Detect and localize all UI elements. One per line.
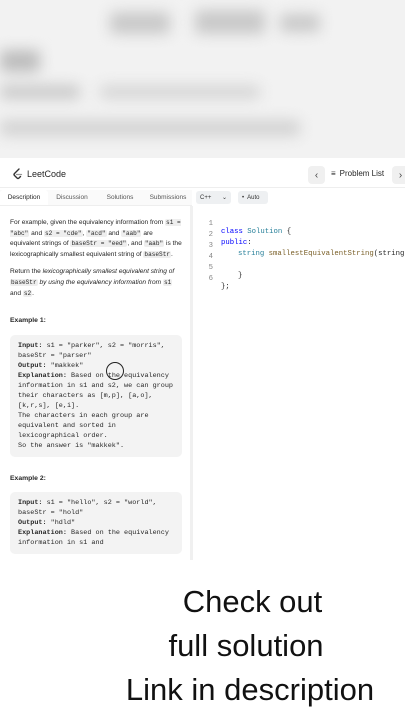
example-2-title: Example 2: bbox=[10, 474, 46, 482]
tab-submissions[interactable]: Submissions bbox=[144, 190, 192, 205]
code-line: 2 public: bbox=[208, 231, 252, 247]
chevron-right-icon: › bbox=[398, 169, 403, 181]
promo-line-1: Check out bbox=[182, 584, 323, 619]
clipped-previous-line bbox=[10, 206, 182, 218]
code-line: 5 } bbox=[208, 264, 243, 280]
problem-list-button[interactable]: ≡ Problem List bbox=[331, 169, 384, 178]
list-icon: ≡ bbox=[331, 169, 336, 178]
tab-description[interactable]: Description bbox=[0, 190, 48, 205]
tab-discussion[interactable]: Discussion bbox=[48, 190, 96, 205]
language-select[interactable]: C++ ⌄ bbox=[196, 191, 231, 204]
problem-list-label: Problem List bbox=[339, 169, 385, 178]
dot-icon: • bbox=[242, 194, 245, 201]
promo-text: Check out full solution Link in descript… bbox=[0, 580, 405, 712]
tab-solutions[interactable]: Solutions bbox=[96, 190, 144, 205]
description-paragraph-2: Return the lexicographically smallest eq… bbox=[10, 268, 175, 297]
code-editor[interactable]: 1 class Solution { 2 public: 3 string sm… bbox=[193, 206, 405, 560]
blurred-background bbox=[0, 0, 405, 158]
chevron-down-icon: ⌄ bbox=[221, 195, 227, 201]
language-value: C++ bbox=[200, 194, 212, 201]
logo-text: LeetCode bbox=[27, 169, 67, 179]
description-panel[interactable]: For example, given the equivalency infor… bbox=[0, 206, 190, 560]
top-nav-bar: LeetCode ‹ ≡ Problem List › bbox=[0, 162, 405, 188]
touch-cursor-indicator bbox=[106, 362, 124, 380]
example-1-box: Input: s1 = "parker", s2 = "morris", bas… bbox=[10, 334, 182, 457]
code-line: 6 }; bbox=[208, 275, 230, 291]
chevron-left-icon: ‹ bbox=[314, 169, 319, 181]
promo-line-2: full solution bbox=[168, 628, 324, 663]
code-line: 3 string smallestEquivalentString(string… bbox=[208, 242, 405, 258]
prev-problem-button[interactable]: ‹ bbox=[308, 166, 325, 184]
auto-mode-button[interactable]: • Auto bbox=[238, 191, 268, 204]
next-problem-button[interactable]: › bbox=[392, 166, 405, 184]
promo-area: Check out full solution Link in descript… bbox=[0, 560, 405, 720]
example-1-title: Example 1: bbox=[10, 317, 46, 325]
leetcode-logo-icon bbox=[13, 168, 23, 180]
auto-label: Auto bbox=[247, 194, 260, 201]
code-line: 1 class Solution { bbox=[208, 220, 292, 236]
description-tabs: Description Discussion Solutions Submiss… bbox=[0, 190, 192, 206]
leetcode-logo[interactable]: LeetCode bbox=[12, 168, 66, 180]
example-2-box: Input: s1 = "hello", s2 = "world", baseS… bbox=[10, 492, 182, 555]
code-line: 4 bbox=[208, 253, 213, 261]
promo-line-3: Link in description bbox=[125, 672, 375, 707]
description-paragraph-1: For example, given the equivalency infor… bbox=[10, 219, 182, 258]
